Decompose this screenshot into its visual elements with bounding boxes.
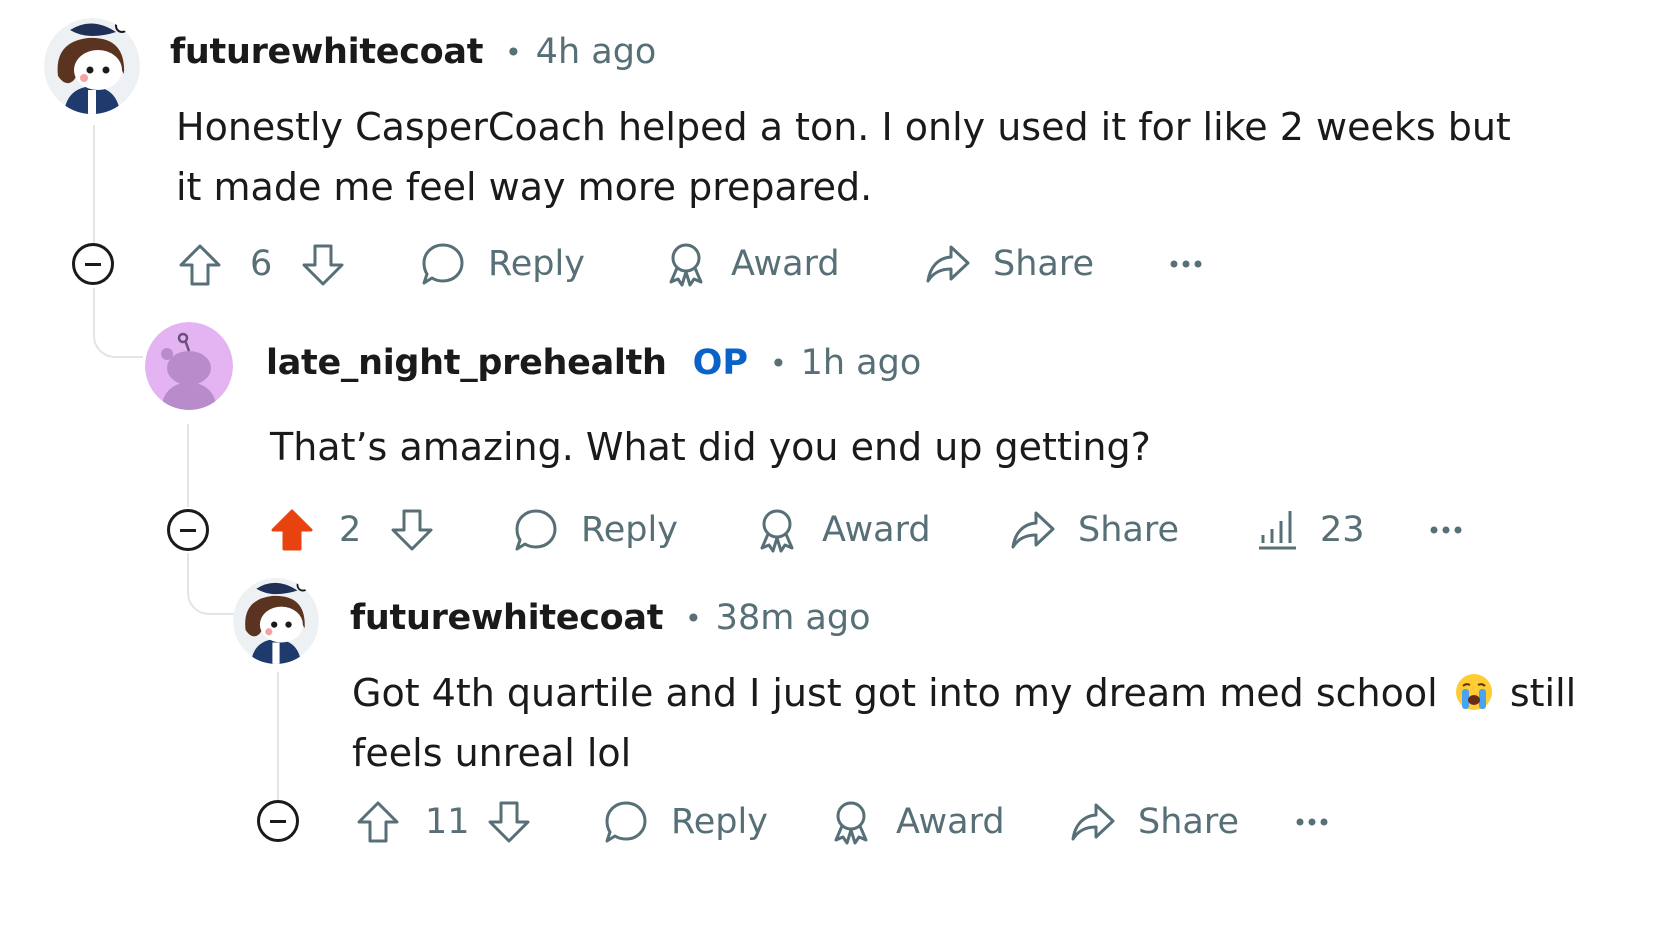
more-options-button[interactable] bbox=[1428, 518, 1464, 542]
share-label: Share bbox=[993, 244, 1095, 284]
vote-score: 6 bbox=[250, 244, 273, 284]
share-icon bbox=[926, 245, 970, 283]
reply-button[interactable]: Reply bbox=[513, 507, 678, 553]
reply-label: Reply bbox=[671, 802, 768, 842]
award-button[interactable]: Award bbox=[663, 241, 840, 287]
award-button[interactable]: Award bbox=[828, 799, 1005, 845]
collapse-button[interactable] bbox=[72, 243, 114, 285]
share-label: Share bbox=[1138, 802, 1240, 842]
share-label: Share bbox=[1078, 510, 1180, 550]
vote-score: 2 bbox=[339, 510, 362, 550]
upvote-icon bbox=[357, 801, 399, 843]
crying-face-emoji bbox=[1454, 669, 1494, 710]
avatar[interactable] bbox=[44, 18, 140, 114]
comment-body-line: That’s amazing. What did you end up gett… bbox=[270, 425, 1151, 469]
award-label: Award bbox=[731, 244, 840, 284]
downvote-icon bbox=[391, 509, 433, 551]
downvote-button[interactable] bbox=[486, 799, 532, 845]
comment-body: Honestly CasperCoach helped a ton. I onl… bbox=[176, 97, 1511, 217]
timestamp[interactable]: 4h ago bbox=[536, 32, 657, 72]
more-options-icon bbox=[1296, 818, 1328, 826]
award-button[interactable]: Award bbox=[754, 507, 931, 553]
collapse-button[interactable] bbox=[167, 509, 209, 551]
separator-dot: • bbox=[685, 601, 702, 635]
bar-chart-icon bbox=[1259, 511, 1296, 550]
more-options-icon bbox=[1430, 526, 1462, 534]
reply-button[interactable]: Reply bbox=[603, 799, 768, 845]
upvote-icon bbox=[179, 244, 221, 286]
thread-connector-1 bbox=[93, 288, 143, 358]
comment-body-text: still bbox=[1509, 671, 1577, 715]
comment-body-line: it made me feel way more prepared. bbox=[176, 165, 873, 209]
views-indicator[interactable]: 23 bbox=[1258, 507, 1365, 553]
avatar[interactable] bbox=[233, 578, 319, 664]
upvote-filled-icon bbox=[271, 509, 313, 551]
share-icon bbox=[1071, 803, 1115, 841]
comment-thread: futurewhitecoat • 4h ago Honestly Casper… bbox=[0, 0, 1672, 941]
op-badge: OP bbox=[692, 343, 749, 383]
share-icon bbox=[1011, 511, 1055, 549]
comment-body-line: Got 4th quartile and I just got into my … bbox=[352, 663, 1576, 723]
comment-meta: futurewhitecoat • 38m ago bbox=[350, 598, 871, 638]
timestamp[interactable]: 1h ago bbox=[801, 343, 922, 383]
separator-dot: • bbox=[505, 35, 522, 69]
comment-bubble-icon bbox=[515, 509, 557, 551]
views-count: 23 bbox=[1320, 510, 1365, 550]
downvote-icon bbox=[302, 244, 344, 286]
more-options-button[interactable] bbox=[1294, 810, 1330, 834]
thread-line-1 bbox=[93, 125, 95, 243]
comment-body-text: Got 4th quartile and I just got into my … bbox=[352, 671, 1438, 715]
username[interactable]: late_night_prehealth bbox=[266, 343, 667, 383]
upvote-button[interactable] bbox=[355, 799, 401, 845]
share-button[interactable]: Share bbox=[925, 241, 1094, 287]
comment-meta: late_night_prehealth OP • 1h ago bbox=[266, 343, 921, 383]
separator-dot: • bbox=[770, 346, 787, 380]
downvote-button[interactable] bbox=[300, 242, 346, 288]
reply-button[interactable]: Reply bbox=[420, 241, 585, 287]
downvote-button[interactable] bbox=[389, 507, 435, 553]
comment-body-line: Honestly CasperCoach helped a ton. I onl… bbox=[176, 105, 1511, 149]
vote-score: 11 bbox=[425, 802, 470, 842]
upvote-button[interactable] bbox=[177, 242, 223, 288]
thread-line-2 bbox=[187, 424, 189, 507]
downvote-icon bbox=[488, 801, 530, 843]
collapse-button[interactable] bbox=[257, 800, 299, 842]
more-options-icon bbox=[1170, 260, 1202, 268]
comment-meta: futurewhitecoat • 4h ago bbox=[170, 32, 656, 72]
award-icon bbox=[834, 801, 868, 845]
comment-bubble-icon bbox=[422, 243, 464, 285]
award-label: Award bbox=[896, 802, 1005, 842]
share-button[interactable]: Share bbox=[1070, 799, 1239, 845]
reply-label: Reply bbox=[488, 244, 585, 284]
avatar[interactable] bbox=[145, 322, 233, 410]
upvote-button[interactable] bbox=[269, 507, 315, 553]
comment-body: Got 4th quartile and I just got into my … bbox=[352, 663, 1576, 783]
username[interactable]: futurewhitecoat bbox=[170, 32, 483, 72]
thread-line-3 bbox=[277, 672, 279, 800]
comment-body: That’s amazing. What did you end up gett… bbox=[270, 417, 1151, 477]
comment-bubble-icon bbox=[605, 801, 647, 843]
award-icon bbox=[760, 509, 794, 553]
share-button[interactable]: Share bbox=[1010, 507, 1179, 553]
more-options-button[interactable] bbox=[1168, 252, 1204, 276]
username[interactable]: futurewhitecoat bbox=[350, 598, 663, 638]
comment-body-line: feels unreal lol bbox=[352, 731, 632, 775]
thread-connector-2 bbox=[187, 553, 235, 615]
award-icon bbox=[669, 243, 703, 287]
timestamp[interactable]: 38m ago bbox=[716, 598, 871, 638]
reply-label: Reply bbox=[581, 510, 678, 550]
award-label: Award bbox=[822, 510, 931, 550]
